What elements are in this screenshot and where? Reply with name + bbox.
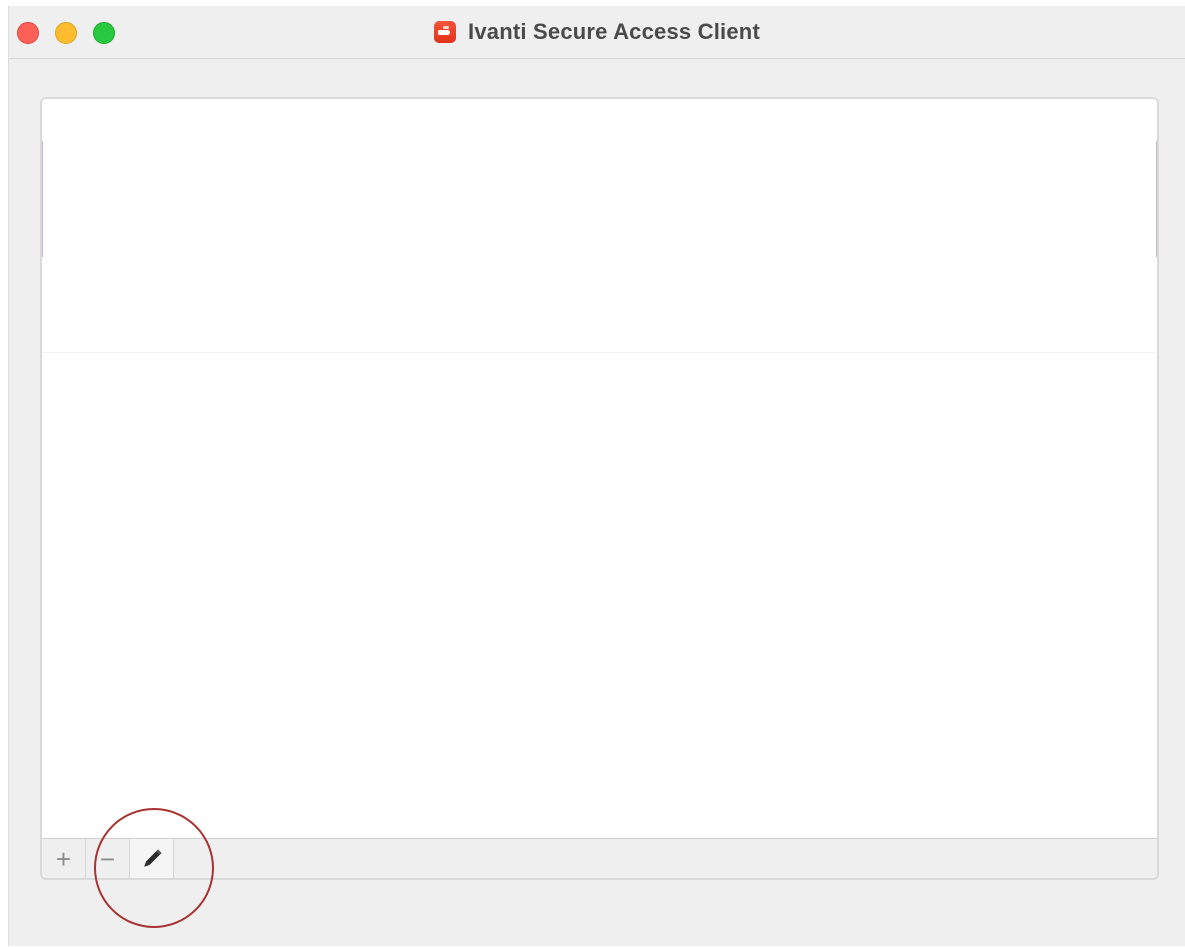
annotation-highlight-circle [94, 808, 214, 928]
list-accent-left [42, 141, 43, 257]
list-separator [42, 352, 1157, 353]
add-connection-button[interactable]: + [42, 839, 86, 878]
title-group: Ivanti Secure Access Client [9, 19, 1185, 45]
plus-icon: + [55, 843, 72, 874]
window-title: Ivanti Secure Access Client [468, 19, 760, 44]
title-bar[interactable]: Ivanti Secure Access Client [9, 6, 1185, 59]
connections-list[interactable] [42, 99, 1157, 840]
ivanti-app-icon [434, 21, 457, 43]
connections-panel: + − [40, 97, 1159, 880]
list-accent-right [1156, 141, 1157, 257]
